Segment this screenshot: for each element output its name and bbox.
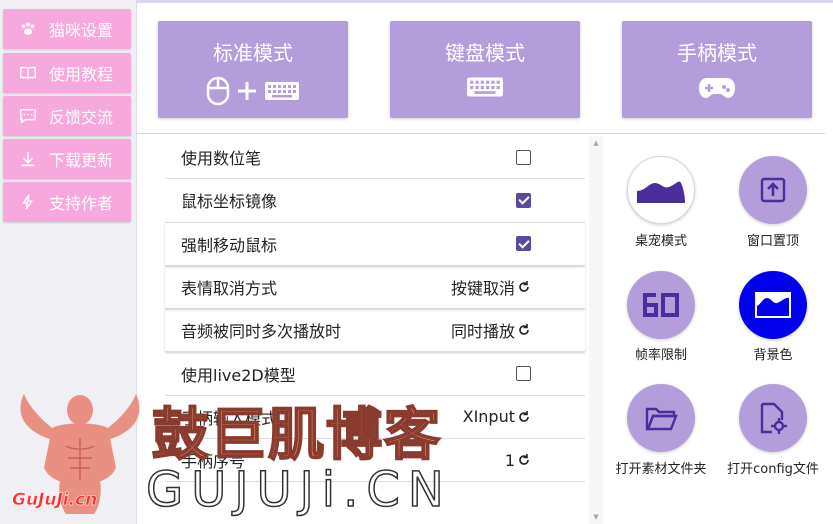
- sidebar-item-label: 支持作者: [49, 194, 114, 213]
- cycle-value: 1: [504, 450, 515, 470]
- open-config-file-button[interactable]: [739, 384, 807, 452]
- cycle-icon: [519, 324, 529, 336]
- gamepad-index-selector[interactable]: 1: [505, 451, 531, 470]
- chat-icon: [17, 105, 39, 127]
- fps-60-icon: [643, 293, 679, 317]
- sidebar-item-label: 使用教程: [49, 65, 114, 84]
- setting-row-force-move-mouse: 强制移动鼠标: [165, 223, 585, 266]
- action-label: 窗口置顶: [746, 234, 799, 249]
- gamepad-input-selector[interactable]: XInput: [463, 407, 531, 426]
- mode-label: 手柄模式: [677, 41, 757, 65]
- setting-row-emote-cancel: 表情取消方式 按键取消: [165, 266, 585, 310]
- background-color-icon: [755, 292, 791, 318]
- gamepad-icon: [622, 76, 812, 100]
- config-file-icon: [760, 402, 787, 434]
- download-icon: [17, 148, 39, 170]
- setting-label: 手柄输入模式: [181, 408, 278, 428]
- lightning-icon: [17, 191, 39, 213]
- sidebar-item-feedback[interactable]: 反馈交流: [3, 96, 131, 136]
- setting-label: 使用live2D模型: [181, 365, 296, 385]
- live2d-checkbox[interactable]: [516, 366, 531, 382]
- mode-label: 标准模式: [213, 41, 293, 65]
- standard-mode-button[interactable]: 标准模式: [158, 21, 348, 118]
- pin-top-icon: [760, 177, 786, 203]
- setting-row-mouse-mirror: 鼠标坐标镜像: [165, 179, 585, 223]
- setting-label: 强制移动鼠标: [181, 235, 278, 255]
- pin-top-button[interactable]: [739, 156, 807, 224]
- setting-label: 手柄序号: [181, 452, 246, 472]
- cycle-value: 按键取消: [450, 279, 515, 299]
- action-label: 背景色: [753, 348, 793, 363]
- setting-label: 鼠标坐标镜像: [181, 192, 278, 212]
- cycle-icon: [519, 454, 529, 466]
- action-label: 桌宠模式: [634, 234, 687, 249]
- sidebar-item-cat-settings[interactable]: 猫咪设置: [3, 9, 131, 49]
- mouse-keyboard-icon: [158, 76, 348, 106]
- cycle-value: XInput: [462, 407, 515, 427]
- digital-pen-checkbox[interactable]: [516, 149, 531, 165]
- settings-list: 使用数位笔 鼠标坐标镜像 强制移动鼠标 表情取消方式 按键取消 音频被同时多次播…: [165, 136, 585, 483]
- paw-icon: [17, 18, 39, 40]
- mouse-mirror-checkbox[interactable]: [516, 192, 531, 208]
- folder-open-icon: [645, 407, 678, 431]
- force-move-mouse-checkbox[interactable]: [516, 236, 531, 252]
- setting-label: 使用数位笔: [181, 149, 262, 169]
- cycle-icon: [519, 410, 529, 422]
- cycle-icon: [519, 281, 529, 292]
- fps-limit-button[interactable]: [627, 271, 695, 339]
- mode-label: 键盘模式: [445, 41, 525, 65]
- audio-overlap-selector[interactable]: 同时播放: [451, 318, 531, 342]
- sidebar-item-download[interactable]: 下载更新: [3, 139, 131, 179]
- scroll-down-arrow[interactable]: ▼: [589, 512, 603, 522]
- sidebar-item-label: 猫咪设置: [49, 21, 114, 40]
- setting-label: 表情取消方式: [181, 279, 278, 299]
- sidebar: 猫咪设置 使用教程 反馈交流 下载更新 支持作者: [0, 0, 134, 524]
- keyboard-mode-button[interactable]: 键盘模式: [390, 21, 580, 118]
- cycle-value: 同时播放: [450, 322, 515, 342]
- sidebar-item-tutorial[interactable]: 使用教程: [3, 53, 131, 93]
- sidebar-item-label: 反馈交流: [49, 108, 114, 127]
- action-label: 打开素材文件夹: [615, 462, 707, 477]
- sidebar-item-support[interactable]: 支持作者: [3, 182, 131, 222]
- setting-row-digital-pen: 使用数位笔: [165, 136, 585, 180]
- keyboard-icon: [390, 76, 580, 98]
- action-label: 帧率限制: [634, 348, 687, 363]
- app-window: 猫咪设置 使用教程 反馈交流 下载更新 支持作者 标准模式 键盘模式 手柄模式 …: [0, 0, 833, 524]
- setting-label: 音频被同时多次播放时: [181, 322, 342, 342]
- emote-cancel-selector[interactable]: 按键取消: [451, 275, 531, 299]
- action-label: 打开config文件: [727, 462, 819, 477]
- setting-row-audio-overlap: 音频被同时多次播放时 同时播放: [165, 309, 585, 353]
- pet-mode-icon: [637, 181, 685, 203]
- setting-row-live2d: 使用live2D模型: [165, 352, 585, 396]
- scroll-up-arrow[interactable]: ▲: [589, 138, 603, 148]
- divider: [137, 133, 825, 134]
- setting-row-gamepad-index: 手柄序号 1: [165, 439, 585, 483]
- book-icon: [17, 62, 39, 84]
- setting-row-gamepad-input: 手柄输入模式 XInput: [165, 396, 585, 440]
- sidebar-item-label: 下载更新: [49, 151, 114, 170]
- background-color-button[interactable]: [739, 271, 807, 339]
- pet-mode-button[interactable]: [627, 156, 695, 224]
- open-assets-folder-button[interactable]: [627, 384, 695, 452]
- main-panel: 标准模式 键盘模式 手柄模式 使用数位笔 鼠标坐标镜像 强制移动鼠标 表情取消方…: [136, 0, 833, 524]
- gamepad-mode-button[interactable]: 手柄模式: [622, 21, 812, 118]
